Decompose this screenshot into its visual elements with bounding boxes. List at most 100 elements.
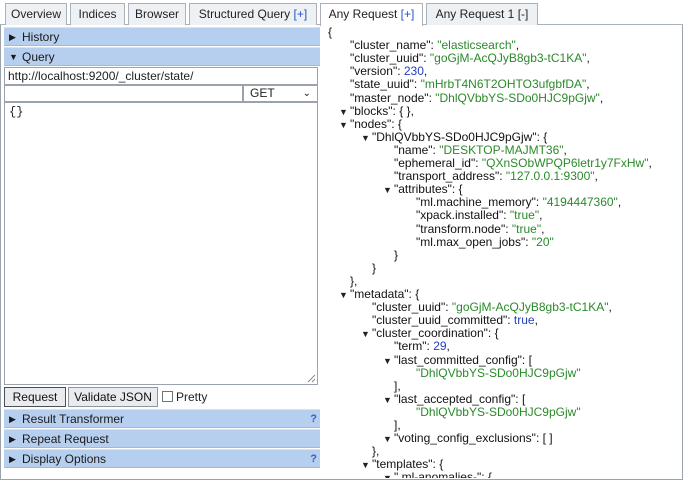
json-value: { — [487, 470, 492, 478]
tab-overview[interactable]: Overview — [5, 3, 67, 25]
json-value: "DhlQVbbYS-SDo0HJC9pGjw" — [435, 90, 600, 105]
collapse-toggle-icon[interactable]: ▼ — [383, 472, 392, 478]
request-panel: ▶ History ▼ Query GET ⌄ {} Request Valid… — [0, 26, 322, 480]
tab-label: Browser — [134, 7, 179, 21]
json-key: "blocks": — [350, 103, 400, 118]
json-line: "cluster_uuid": "goGjM-AcQJyB8gb3-tC1KA"… — [350, 52, 590, 65]
json-line: "master_node": "DhlQVbbYS-SDo0HJC9pGjw", — [350, 90, 604, 105]
help-icon[interactable]: ? — [310, 410, 317, 428]
tab-indices[interactable]: Indices — [70, 3, 125, 25]
repeat-request-section-header[interactable]: ▶ Repeat Request — [4, 429, 320, 448]
tab-browser[interactable]: Browser — [128, 3, 186, 25]
method-select[interactable]: GET ⌄ — [243, 85, 318, 102]
json-value: "DhlQVbbYS-SDo0HJC9pGjw" — [416, 404, 581, 419]
collapse-toggle-icon[interactable]: ▼ — [383, 355, 392, 368]
triangle-right-icon: ▶ — [9, 414, 16, 424]
json-value: { — [543, 129, 548, 144]
collapse-toggle-icon[interactable]: ▼ — [339, 119, 348, 132]
json-line: ▼ "voting_config_exclusions": [ ] — [383, 432, 553, 445]
request-button[interactable]: Request — [4, 387, 66, 407]
json-punctuation: , — [446, 339, 450, 354]
json-key: "templates": — [372, 457, 440, 472]
json-value: "4194447360" — [542, 195, 618, 210]
json-punctuation: , — [586, 77, 590, 92]
json-key: "master_node": — [350, 90, 436, 105]
json-key: "xpack.installed": — [416, 208, 510, 223]
json-key: "cluster_uuid_committed": — [372, 313, 514, 328]
json-line: ▼".ml-anomalies-": { — [383, 471, 492, 478]
json-line: ▼ "metadata": { — [339, 288, 419, 301]
json-key: ".ml-anomalies-": — [394, 470, 488, 478]
request-body-text: {} — [9, 105, 24, 119]
tab-structured-query[interactable]: Structured Query [+] — [189, 3, 317, 25]
collapse-toggle-icon[interactable]: ▼ — [339, 106, 348, 119]
json-value: "mHrbT4N6T2OHTO3ufgbfDA" — [420, 77, 587, 92]
json-punctuation: , — [410, 103, 414, 118]
tab-label: Structured Query — [198, 7, 294, 21]
help-icon[interactable]: ? — [310, 450, 317, 468]
validate-json-button[interactable]: Validate JSON — [68, 387, 158, 407]
collapse-toggle-icon[interactable]: ▼ — [361, 132, 370, 145]
json-punctuation: , — [515, 38, 520, 53]
url-input[interactable] — [4, 67, 318, 85]
request-body-textarea[interactable]: {} — [4, 102, 318, 385]
collapse-toggle-icon[interactable]: ▼ — [361, 459, 370, 472]
json-line: ▼ "templates": { — [361, 458, 443, 471]
json-line: } — [372, 261, 376, 275]
json-line: }, — [350, 274, 357, 288]
display-options-section-header[interactable]: ▶ Display Options ? — [4, 449, 320, 468]
tab-add-icon[interactable]: [+] — [294, 7, 308, 21]
json-value: "true" — [509, 208, 540, 223]
json-value: { } — [399, 103, 411, 118]
resize-grip-icon[interactable] — [307, 374, 316, 383]
json-punctuation: , — [608, 300, 612, 315]
json-punctuation: } — [394, 247, 399, 262]
json-key: "cluster_uuid": — [372, 300, 452, 315]
history-section-header[interactable]: ▶ History — [4, 27, 320, 46]
collapse-toggle-icon[interactable]: ▼ — [361, 328, 370, 341]
result-transformer-section-header[interactable]: ▶ Result Transformer ? — [4, 409, 320, 428]
collapse-toggle-icon[interactable]: ▼ — [383, 394, 392, 407]
json-punctuation: ], — [394, 378, 401, 393]
json-key: "cluster_coordination": — [372, 326, 495, 341]
path-input[interactable] — [4, 85, 243, 102]
json-punctuation: , — [599, 90, 604, 105]
json-value: { — [494, 326, 499, 341]
triangle-right-icon: ▶ — [9, 32, 16, 42]
json-punctuation: }, — [372, 444, 380, 459]
json-key: "transport_address": — [394, 169, 506, 184]
collapse-toggle-icon[interactable]: ▼ — [383, 433, 392, 446]
json-key: "transform.node": — [416, 221, 512, 236]
json-punctuation: , — [539, 208, 543, 223]
json-line: ▼ "DhlQVbbYS-SDo0HJC9pGjw": { — [361, 129, 548, 145]
tab-close-icon[interactable]: [-] — [518, 7, 529, 21]
json-value: "DESKTOP-MAJMT36" — [439, 142, 564, 157]
tab-add-icon[interactable]: [+] — [401, 7, 415, 21]
pretty-checkbox[interactable] — [162, 391, 173, 402]
json-value: "127.0.0.1:9300" — [505, 169, 595, 184]
json-key: "nodes": — [350, 116, 398, 131]
tab-any-request[interactable]: Any Request [+] — [320, 3, 423, 26]
tab-label: Any Request — [328, 7, 401, 21]
method-value: GET — [250, 86, 275, 100]
pretty-option[interactable]: Pretty — [162, 389, 207, 405]
json-value: "goGjM-AcQJyB8gb3-tC1KA" — [451, 300, 609, 315]
json-line: ▼ "attributes": { — [383, 183, 463, 196]
json-punctuation: , — [617, 195, 622, 210]
json-punctuation: , — [594, 169, 598, 184]
json-line: "DhlQVbbYS-SDo0HJC9pGjw" — [416, 366, 581, 380]
json-value: "elasticsearch" — [437, 38, 516, 53]
json-key: "metadata": — [350, 287, 416, 301]
chevron-down-icon: ⌄ — [302, 88, 311, 99]
query-section-header[interactable]: ▼ Query — [4, 47, 320, 66]
section-label: Result Transformer — [22, 412, 125, 426]
json-value: "20" — [531, 234, 554, 249]
tab-any-request-1[interactable]: Any Request 1 [-] — [426, 3, 538, 25]
json-line: "ephemeral_id": "QXnSObWPQP6letr1y7FxHw"… — [394, 157, 652, 170]
collapse-toggle-icon[interactable]: ▼ — [383, 184, 392, 197]
collapse-toggle-icon[interactable]: ▼ — [339, 289, 348, 302]
json-value: "true" — [511, 221, 542, 236]
json-key: "ephemeral_id": — [394, 156, 482, 170]
json-line: ▼ "last_committed_config": [ — [383, 353, 532, 368]
json-key: "version": — [350, 64, 404, 79]
